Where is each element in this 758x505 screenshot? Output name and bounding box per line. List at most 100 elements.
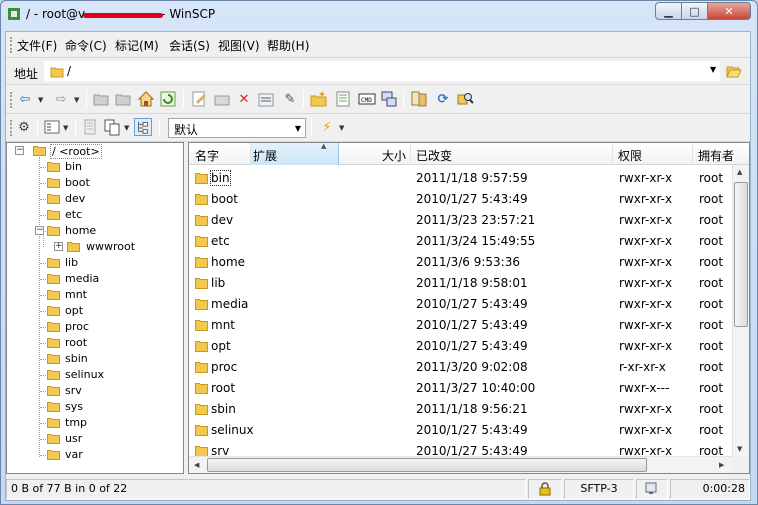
file-row[interactable]: etc 2011/3/24 15:49:55 rwxr-xr-x root xyxy=(189,231,729,252)
view-mode-icon[interactable] xyxy=(43,118,61,136)
transfer-settings-select[interactable]: 默认 ▼ xyxy=(168,118,306,138)
compare-directories-icon[interactable] xyxy=(410,90,428,108)
file-list-header: 名字 扩展 ▲ 大小 已改变 权限 拥有者 xyxy=(189,143,749,165)
file-row[interactable]: dev 2011/3/23 23:57:21 rwxr-xr-x root xyxy=(189,210,729,231)
address-value: / xyxy=(67,64,72,78)
properties-icon[interactable] xyxy=(257,90,275,108)
maximize-button[interactable]: □ xyxy=(681,2,707,20)
scroll-up-icon[interactable]: ▲ xyxy=(737,168,742,176)
folder-icon xyxy=(47,256,60,271)
column-permissions[interactable]: 权限 xyxy=(613,143,693,165)
file-row[interactable]: mnt 2010/1/27 5:43:49 rwxr-xr-x root xyxy=(189,315,729,336)
file-name: selinux xyxy=(211,423,254,437)
address-dropdown-icon[interactable]: ▼ xyxy=(710,65,716,74)
expand-wwwroot-icon[interactable]: + xyxy=(54,242,63,251)
menu-commands[interactable]: 命令(C) xyxy=(65,37,107,54)
file-row[interactable]: lib 2011/1/18 9:58:01 rwxr-xr-x root xyxy=(189,273,729,294)
address-input[interactable]: / xyxy=(44,61,720,81)
file-row[interactable]: boot 2010/1/27 5:43:49 rwxr-xr-x root xyxy=(189,189,729,210)
file-name: mnt xyxy=(211,318,235,332)
find-files-icon[interactable] xyxy=(456,90,474,108)
address-bar: 地址 / ▼ xyxy=(6,59,750,85)
view-mode-dropdown-icon[interactable]: ▼ xyxy=(63,124,68,132)
file-row[interactable]: sbin 2011/1/18 9:56:21 rwxr-xr-x root xyxy=(189,399,729,420)
file-list-icon[interactable] xyxy=(81,118,99,136)
address-label: 地址 xyxy=(14,67,39,81)
putty-icon[interactable] xyxy=(380,90,398,108)
rename-icon[interactable]: ✎ xyxy=(281,90,299,108)
tree-item-label: sbin xyxy=(65,352,88,365)
add-to-bookmarks-icon[interactable] xyxy=(334,90,352,108)
folder-icon xyxy=(47,320,60,335)
main-area: 文件(F) 命令(C) 标记(M) 会话(S) 视图(V) 帮助(H) 地址 /… xyxy=(5,31,751,501)
selection-status: 0 B of 77 B in 0 of 22 xyxy=(6,479,526,499)
column-extension[interactable]: 扩展 ▲ xyxy=(251,143,339,165)
close-button[interactable]: ✕ xyxy=(707,2,751,20)
parent-directory-icon[interactable] xyxy=(92,90,110,108)
open-folder-icon[interactable] xyxy=(726,64,742,78)
file-row[interactable]: root 2011/3/27 10:40:00 rwxr-x--- root xyxy=(189,378,729,399)
toolbar-grip[interactable] xyxy=(10,92,13,108)
column-changed[interactable]: 已改变 xyxy=(411,143,613,165)
edit-icon[interactable] xyxy=(190,90,208,108)
copy-icon[interactable] xyxy=(103,118,121,136)
column-extension-label: 扩展 xyxy=(253,149,278,163)
file-row[interactable]: proc 2011/3/20 9:02:08 r-xr-xr-x root xyxy=(189,357,729,378)
file-changed: 2011/3/20 9:02:08 xyxy=(416,360,528,374)
horizontal-scroll-thumb[interactable] xyxy=(207,458,647,472)
gear-icon[interactable]: ⚙ xyxy=(15,118,33,136)
scroll-right-icon[interactable]: ▶ xyxy=(719,461,724,469)
forward-dropdown-icon[interactable]: ▼ xyxy=(74,96,79,104)
menu-file[interactable]: 文件(F) xyxy=(17,37,57,54)
vertical-scrollbar[interactable]: ▲ ▼ xyxy=(732,165,749,458)
new-folder-icon[interactable] xyxy=(310,90,328,108)
folder-icon xyxy=(47,336,60,351)
refresh-icon[interactable] xyxy=(159,90,177,108)
file-row[interactable]: opt 2010/1/27 5:43:49 rwxr-xr-x root xyxy=(189,336,729,357)
tree-item-label: var xyxy=(65,448,83,461)
file-owner: root xyxy=(699,297,724,311)
home-icon[interactable] xyxy=(137,90,155,108)
file-name: bin xyxy=(210,170,231,186)
column-name[interactable]: 名字 xyxy=(189,143,251,165)
menu-mark[interactable]: 标记(M) xyxy=(115,37,159,54)
forward-arrow-icon[interactable]: ⇨ xyxy=(52,90,70,108)
minimize-button[interactable]: ▁ xyxy=(655,2,681,20)
menu-session[interactable]: 会话(S) xyxy=(169,37,210,54)
title-bar[interactable]: / - root@v - WinSCP ▁ □ ✕ xyxy=(1,1,757,29)
file-row[interactable]: selinux 2010/1/27 5:43:49 rwxr-xr-x root xyxy=(189,420,729,441)
file-row[interactable]: bin 2011/1/18 9:57:59 rwxr-xr-x root xyxy=(189,168,729,189)
file-permissions: rwxr-x--- xyxy=(619,381,670,395)
toolbar-grip[interactable] xyxy=(10,120,13,136)
tree-item-label: usr xyxy=(65,432,83,445)
root-directory-icon[interactable] xyxy=(114,90,132,108)
column-owner[interactable]: 拥有者 xyxy=(693,143,749,165)
folder-icon xyxy=(195,192,208,208)
folder-icon xyxy=(195,276,208,292)
lightning-icon[interactable]: ⚡ xyxy=(318,118,336,136)
folder-icon xyxy=(47,432,60,447)
column-size[interactable]: 大小 xyxy=(339,143,411,165)
terminal-icon[interactable]: CMD xyxy=(358,90,376,108)
folder-icon xyxy=(47,304,60,319)
menu-help[interactable]: 帮助(H) xyxy=(267,37,309,54)
collapse-root-icon[interactable]: − xyxy=(15,146,24,155)
file-permissions: rwxr-xr-x xyxy=(619,339,673,353)
open-icon[interactable] xyxy=(213,90,231,108)
copy-dropdown-icon[interactable]: ▼ xyxy=(124,124,129,132)
scroll-left-icon[interactable]: ◀ xyxy=(194,461,199,469)
back-arrow-icon[interactable]: ⇦ xyxy=(16,90,34,108)
folder-icon xyxy=(47,448,60,463)
horizontal-scrollbar[interactable]: ◀ ▶ xyxy=(189,456,732,473)
menu-grip[interactable] xyxy=(10,37,13,53)
back-dropdown-icon[interactable]: ▼ xyxy=(38,96,43,104)
file-row[interactable]: home 2011/3/6 9:53:36 rwxr-xr-x root xyxy=(189,252,729,273)
vertical-scroll-thumb[interactable] xyxy=(734,182,748,327)
scroll-down-icon[interactable]: ▼ xyxy=(737,445,742,453)
file-row[interactable]: media 2010/1/27 5:43:49 rwxr-xr-x root xyxy=(189,294,729,315)
synchronize-icon[interactable]: ⟳ xyxy=(434,90,452,108)
menu-view[interactable]: 视图(V) xyxy=(218,37,260,54)
delete-icon[interactable]: ✕ xyxy=(235,90,253,108)
tree-view-icon[interactable] xyxy=(134,118,152,136)
preferences-dropdown-icon[interactable]: ▼ xyxy=(339,124,344,132)
